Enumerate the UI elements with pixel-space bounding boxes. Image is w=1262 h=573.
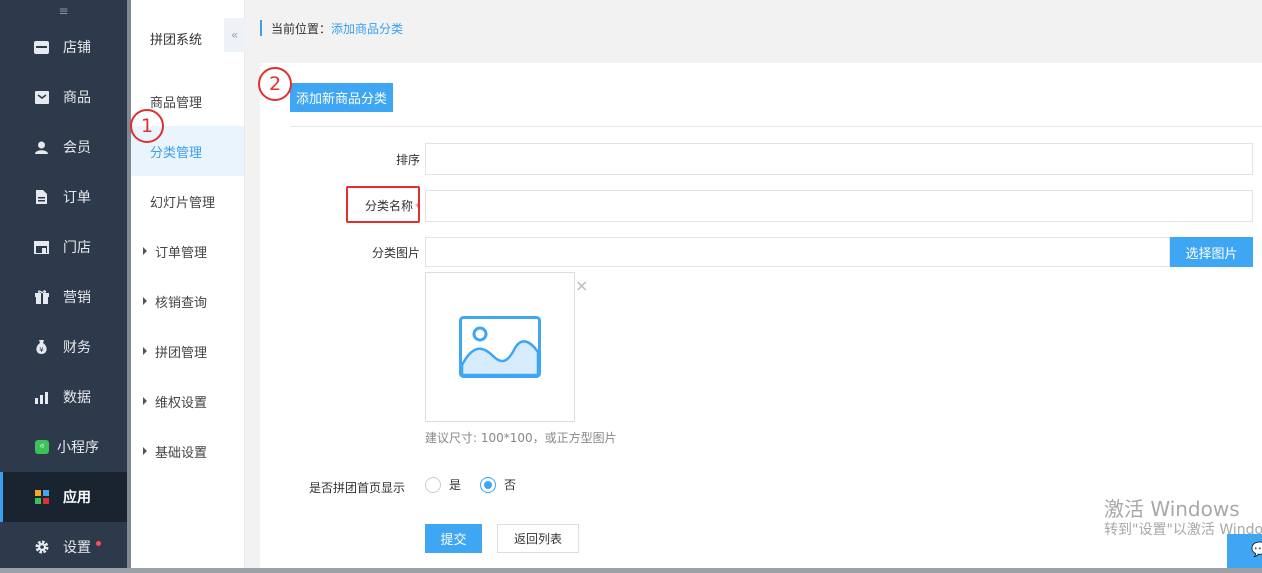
gear-icon bbox=[34, 540, 49, 555]
submenu-group-verify[interactable]: 核销查询 bbox=[131, 276, 244, 326]
back-to-list-button[interactable]: 返回列表 bbox=[497, 524, 579, 553]
submenu-group-groupbuy[interactable]: 拼团管理 bbox=[131, 326, 244, 376]
money-icon: ¥ bbox=[34, 340, 49, 355]
sidebar-item-label: 店铺 bbox=[63, 40, 91, 56]
sidebar-item-apps[interactable]: 应用 bbox=[0, 472, 127, 522]
sidebar-item-data[interactable]: 数据 bbox=[0, 372, 127, 422]
chat-icon: 💬 bbox=[1251, 542, 1262, 558]
submenu-panel: 拼团系统 « 商品管理 分类管理 幻灯片管理 订单管理 核销查询 拼团管理 维权… bbox=[131, 0, 245, 568]
submenu-group-rights[interactable]: 维权设置 bbox=[131, 376, 244, 426]
submenu-group-label: 基础设置 bbox=[155, 445, 208, 461]
sidebar-item-marketing[interactable]: 营销 bbox=[0, 272, 127, 322]
sidebar-item-shop[interactable]: 门店 bbox=[0, 222, 127, 272]
category-image-label: 分类图片 bbox=[371, 246, 420, 260]
member-icon bbox=[34, 140, 49, 155]
caret-right-icon bbox=[143, 247, 147, 255]
apps-icon bbox=[34, 490, 49, 505]
caret-right-icon bbox=[143, 297, 147, 305]
image-size-hint: 建议尺寸: 100*100，或正方型图片 bbox=[425, 431, 617, 445]
breadcrumb: 当前位置： 添加商品分类 bbox=[260, 18, 403, 38]
submenu-group-label: 核销查询 bbox=[155, 295, 208, 311]
submenu-group-orders[interactable]: 订单管理 bbox=[131, 226, 244, 276]
submit-button[interactable]: 提交 bbox=[425, 524, 482, 553]
radio-yes[interactable]: 是 bbox=[425, 476, 461, 493]
sidebar-item-label: 门店 bbox=[63, 240, 91, 256]
sidebar-item-label: 会员 bbox=[63, 140, 91, 156]
miniapp-icon: ᵈ bbox=[34, 440, 49, 455]
divider bbox=[290, 126, 1262, 127]
sidebar-item-member[interactable]: 会员 bbox=[0, 122, 127, 172]
gift-icon bbox=[34, 290, 49, 305]
submenu-group-label: 维权设置 bbox=[155, 395, 208, 411]
notification-dot bbox=[96, 541, 101, 546]
sort-input[interactable] bbox=[425, 143, 1253, 175]
sort-label: 排序 bbox=[395, 153, 420, 167]
annotation-badge-1: 1 bbox=[130, 109, 164, 143]
caret-right-icon bbox=[143, 347, 147, 355]
sidebar-item-miniapp[interactable]: ᵈ 小程序 bbox=[0, 422, 127, 472]
highlight-box bbox=[346, 186, 420, 223]
image-placeholder-icon bbox=[459, 316, 541, 378]
goods-icon bbox=[34, 90, 49, 105]
category-image-input[interactable] bbox=[425, 237, 1170, 267]
sidebar-item-label: 小程序 bbox=[57, 440, 99, 456]
remove-image-icon[interactable]: × bbox=[575, 276, 588, 295]
shop-icon bbox=[34, 240, 49, 255]
caret-right-icon bbox=[143, 397, 147, 405]
chat-float-button[interactable]: 💬 bbox=[1227, 534, 1262, 568]
sidebar-item-label: 应用 bbox=[63, 490, 91, 506]
radio-no-circle[interactable] bbox=[480, 476, 496, 493]
sidebar-item-label: 营销 bbox=[63, 290, 91, 306]
add-category-button[interactable]: 添加新商品分类 bbox=[290, 83, 393, 112]
windows-watermark-title: 激活 Windows bbox=[1104, 497, 1240, 521]
category-name-input[interactable] bbox=[425, 190, 1253, 222]
breadcrumb-prefix: 当前位置： bbox=[271, 21, 332, 36]
svg-text:¥: ¥ bbox=[39, 346, 44, 354]
submenu-group-label: 拼团管理 bbox=[155, 345, 208, 361]
order-icon bbox=[34, 190, 49, 205]
sidebar-toggle-icon[interactable]: ≡ bbox=[0, 0, 127, 22]
radio-yes-label: 是 bbox=[449, 478, 462, 492]
sidebar-item-finance[interactable]: ¥ 财务 bbox=[0, 322, 127, 372]
caret-right-icon bbox=[143, 447, 147, 455]
breadcrumb-bar bbox=[260, 20, 262, 36]
breadcrumb-current[interactable]: 添加商品分类 bbox=[331, 20, 403, 37]
main-sidebar: ≡ 店铺 商品 会员 订单 门店 营销 ¥ 财务 数据 ᵈ 小程序 应用 设置 bbox=[0, 0, 127, 568]
show-on-home-label: 是否拼团首页显示 bbox=[308, 481, 405, 495]
submenu-item-slides[interactable]: 幻灯片管理 bbox=[131, 176, 244, 226]
sidebar-item-label: 订单 bbox=[63, 190, 91, 206]
collapse-icon[interactable]: « bbox=[224, 18, 245, 52]
select-image-button[interactable]: 选择图片 bbox=[1170, 237, 1253, 267]
sidebar-item-store[interactable]: 店铺 bbox=[0, 22, 127, 72]
store-icon bbox=[34, 40, 49, 55]
sidebar-item-order[interactable]: 订单 bbox=[0, 172, 127, 222]
radio-no[interactable]: 否 bbox=[480, 476, 516, 493]
sidebar-item-settings[interactable]: 设置 bbox=[0, 522, 127, 572]
svg-text:ᵈ: ᵈ bbox=[39, 443, 43, 454]
submenu-group-basic[interactable]: 基础设置 bbox=[131, 426, 244, 476]
radio-no-label: 否 bbox=[504, 478, 517, 492]
sidebar-item-label: 财务 bbox=[63, 340, 91, 356]
sidebar-item-label: 商品 bbox=[63, 90, 91, 106]
sidebar-item-label: 数据 bbox=[63, 390, 91, 406]
submenu-group-label: 订单管理 bbox=[155, 245, 208, 261]
image-preview[interactable] bbox=[425, 272, 575, 422]
annotation-badge-2: 2 bbox=[258, 67, 292, 101]
sidebar-item-goods[interactable]: 商品 bbox=[0, 72, 127, 122]
radio-yes-circle[interactable] bbox=[425, 476, 441, 493]
horizontal-scrollbar[interactable] bbox=[0, 568, 1262, 573]
chart-icon bbox=[34, 390, 49, 405]
sidebar-item-label: 设置 bbox=[63, 540, 91, 556]
